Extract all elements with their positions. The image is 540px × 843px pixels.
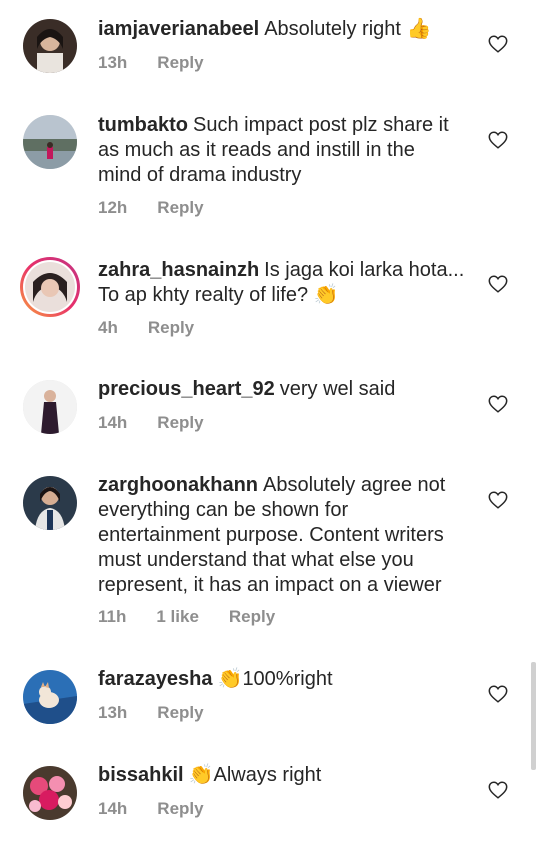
avatar[interactable] — [23, 380, 77, 434]
timestamp: 13h — [98, 703, 128, 722]
comment-text: zarghoonakhann Absolutely agree not every… — [98, 473, 470, 598]
reply-button[interactable]: Reply — [157, 198, 203, 218]
reply-button[interactable]: Reply — [157, 799, 203, 819]
heart-outline-icon[interactable] — [487, 33, 509, 55]
comment-body: very wel said — [279, 378, 396, 400]
avatar[interactable] — [23, 115, 77, 169]
heart-outline-icon[interactable] — [487, 683, 509, 705]
reply-button[interactable]: Reply — [229, 607, 275, 627]
avatar[interactable] — [23, 670, 77, 724]
timestamp: 12h — [98, 198, 128, 217]
comment-meta: 13h Reply — [98, 703, 204, 723]
heart-outline-icon[interactable] — [487, 489, 509, 511]
comment-meta: 14h Reply — [98, 799, 204, 819]
timestamp: 14h — [98, 413, 128, 432]
comment-text: bissahkil 👏Always right — [98, 763, 470, 788]
clapping-hands-emoji: 👏 — [188, 764, 214, 786]
timestamp: 13h — [98, 53, 128, 72]
username[interactable]: bissahkil — [98, 764, 184, 786]
comment-body: Always right — [213, 764, 322, 786]
comment-meta: 14h Reply — [98, 413, 204, 433]
reply-button[interactable]: Reply — [157, 703, 203, 723]
heart-outline-icon[interactable] — [487, 129, 509, 151]
username[interactable]: iamjaverianabeel — [98, 18, 259, 40]
comment-text: zahra_hasnainzh Is jaga koi larka hota...… — [98, 258, 470, 308]
comment-text: farazayesha 👏100%right — [98, 667, 470, 692]
avatar[interactable] — [23, 476, 77, 530]
heart-outline-icon[interactable] — [487, 273, 509, 295]
username[interactable]: zarghoonakhann — [98, 474, 258, 496]
avatar — [23, 260, 77, 314]
heart-outline-icon[interactable] — [487, 393, 509, 415]
avatar[interactable] — [23, 19, 77, 73]
comment-meta: 12h Reply — [98, 198, 204, 218]
comment-text: tumbakto Such impact post plz share it as… — [98, 113, 458, 188]
comment-body: Absolutely right — [264, 18, 401, 40]
like-count[interactable]: 1 like — [156, 607, 199, 627]
scrollbar-thumb[interactable] — [531, 662, 536, 770]
timestamp: 14h — [98, 799, 128, 818]
reply-button[interactable]: Reply — [157, 53, 203, 73]
comment-text: iamjaverianabeel Absolutely right 👍 — [98, 17, 470, 42]
heart-outline-icon[interactable] — [487, 779, 509, 801]
clapping-hands-emoji: 👏 — [313, 284, 339, 306]
thumbs-up-emoji: 👍 — [406, 18, 432, 40]
timestamp: 11h — [98, 607, 127, 626]
avatar-with-story-ring[interactable] — [20, 257, 80, 317]
comment-meta: 4h Reply — [98, 318, 194, 338]
reply-button[interactable]: Reply — [148, 318, 194, 338]
reply-button[interactable]: Reply — [157, 413, 203, 433]
comment-meta: 11h 1 like Reply — [98, 607, 275, 627]
username[interactable]: farazayesha — [98, 668, 213, 690]
comment-meta: 13h Reply — [98, 53, 204, 73]
comment-text: precious_heart_92 very wel said — [98, 377, 470, 402]
username[interactable]: tumbakto — [98, 114, 188, 136]
username[interactable]: precious_heart_92 — [98, 378, 275, 400]
clapping-hands-emoji: 👏 — [217, 668, 243, 690]
username[interactable]: zahra_hasnainzh — [98, 259, 259, 281]
avatar[interactable] — [23, 766, 77, 820]
timestamp: 4h — [98, 318, 118, 337]
comment-body: 100%right — [242, 668, 333, 690]
